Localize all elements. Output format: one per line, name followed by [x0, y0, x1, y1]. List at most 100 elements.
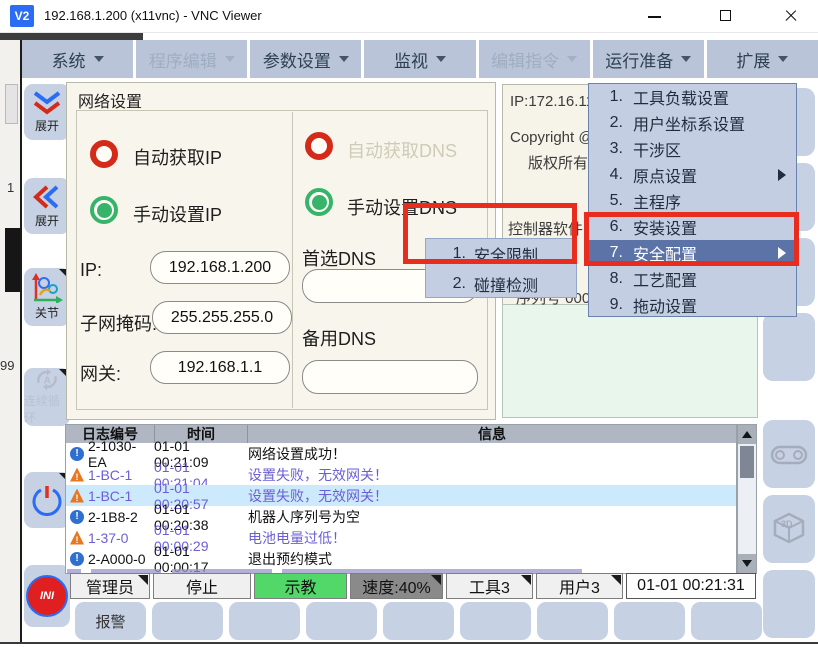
desktop-fragment-window [5, 228, 20, 292]
bottom-button-2[interactable] [152, 602, 223, 640]
status-stop[interactable]: 停止 [153, 573, 251, 599]
chevron-down-icon [681, 56, 691, 62]
radio-manual-ip[interactable] [90, 196, 118, 224]
chevron-down-icon [94, 56, 104, 62]
joint-mode-button[interactable]: 关节 [24, 268, 70, 326]
menu-system[interactable]: 系统 [22, 40, 133, 78]
expand-left-button[interactable]: 展开 [24, 178, 70, 234]
ini-button[interactable]: INI [24, 565, 70, 627]
annotation-box-safety-limit [403, 203, 577, 264]
radio-auto-dns[interactable] [305, 132, 333, 160]
info-icon: ! [70, 447, 84, 461]
corner-mark-icon [138, 575, 148, 585]
double-chevron-left-icon [33, 183, 61, 211]
submenu-item-collision-detect[interactable]: 2.碰撞检测 [426, 269, 576, 299]
corner-mark-icon [521, 575, 531, 585]
scroll-down-button[interactable] [738, 554, 756, 573]
log-scrollbar[interactable] [737, 424, 757, 574]
menu-item-drag-settings[interactable]: 9.拖动设置 [589, 292, 796, 318]
info-icon: ! [70, 510, 84, 524]
svg-text:3D: 3D [781, 519, 793, 529]
joint-label: 关节 [35, 304, 59, 321]
panel-title: 网络设置 [78, 88, 142, 112]
backup-dns-input[interactable] [302, 360, 478, 394]
primary-dns-label: 首选DNS [302, 245, 376, 271]
menu-item-main-program[interactable]: 5.主程序 [589, 188, 796, 214]
vnc-logo-icon: V2 [10, 5, 34, 27]
menu-extension[interactable]: 扩展 [707, 40, 818, 78]
background-scrollbar [5, 84, 18, 124]
minimize-button[interactable] [632, 0, 678, 32]
menu-item-user-coords[interactable]: 2.用户坐标系设置 [589, 110, 796, 136]
menu-item-process-config[interactable]: 8.工艺配置 [589, 266, 796, 292]
menu-item-interference-zone[interactable]: 3.干涉区 [589, 136, 796, 162]
status-tool[interactable]: 工具3 [446, 573, 533, 599]
controller-ip-text: IP:172.16.11 [510, 93, 594, 110]
radio-manual-dns[interactable] [305, 188, 333, 216]
ini-icon: INI [26, 575, 68, 617]
scrollbar-thumb[interactable] [740, 446, 754, 478]
status-teach-mode[interactable]: 示教 [254, 573, 347, 599]
alarm-button[interactable]: 报警 [75, 602, 146, 640]
game-controller-icon [768, 439, 810, 469]
bottom-button-7[interactable] [537, 602, 608, 640]
triangle-down-icon [742, 560, 752, 567]
menu-item-origin-settings[interactable]: 4.原点设置 [589, 162, 796, 188]
controller-info-panel-lower [502, 304, 758, 418]
ip-input[interactable] [150, 251, 290, 284]
view-3d-button[interactable]: 3D [763, 495, 815, 563]
continuous-cycle-label: 连续循环 [24, 392, 70, 426]
backup-dns-label: 备用DNS [302, 325, 376, 351]
power-button[interactable] [24, 472, 70, 528]
bottom-button-5[interactable] [383, 602, 454, 640]
bottom-button-4[interactable] [306, 602, 377, 640]
scroll-up-button[interactable] [738, 425, 756, 444]
menu-monitor[interactable]: 监视 [364, 40, 475, 78]
run-preparation-dropdown: 1.工具负载设置 2.用户坐标系设置 3.干涉区 4.原点设置 5.主程序 6.… [588, 83, 797, 317]
log-row[interactable]: ! 2-A000-001-01 00:00:17退出预约模式 [66, 548, 736, 569]
radio-auto-ip[interactable] [90, 140, 118, 168]
controller-panel-button[interactable] [763, 420, 815, 488]
bottom-button-8[interactable] [614, 602, 685, 640]
menu-edit-command: 编辑指令 [479, 40, 590, 78]
annotation-box-safety-config [584, 212, 799, 266]
chevron-down-icon [436, 56, 446, 62]
right-sidebar-button-7[interactable] [763, 570, 815, 638]
close-button[interactable] [768, 0, 814, 32]
continuous-cycle-button: A 连续循环 [24, 368, 70, 426]
gateway-label: 网关: [80, 360, 121, 386]
status-user-frame[interactable]: 用户3 [536, 573, 623, 599]
gateway-input[interactable] [150, 351, 290, 384]
bottom-button-6[interactable] [460, 602, 531, 640]
minimize-icon [648, 16, 661, 18]
chevron-down-icon [778, 56, 788, 62]
maximize-button[interactable] [704, 0, 750, 32]
ip-label: IP: [80, 260, 102, 281]
bottom-button-3[interactable] [229, 602, 300, 640]
window-title: 192.168.1.200 (x11vnc) - VNC Viewer [44, 8, 262, 23]
desktop-left-strip: 1 99 [0, 40, 20, 642]
expand-down-button[interactable]: 展开 [24, 84, 70, 140]
bottom-button-9[interactable] [691, 602, 762, 640]
title-bar: V2 192.168.1.200 (x11vnc) - VNC Viewer [0, 0, 818, 33]
subnet-input[interactable] [152, 301, 292, 334]
log-table: 日志编号 时间 信息 ! 2-1030-EA01-01 00:21:09网络设置… [65, 424, 737, 574]
menu-item-tool-load[interactable]: 1.工具负载设置 [589, 84, 796, 110]
cycle-a-icon: A [32, 368, 62, 391]
menu-run-preparation[interactable]: 运行准备 [593, 40, 704, 78]
status-user-role[interactable]: 管理员 [70, 573, 150, 599]
right-sidebar-button-4[interactable] [763, 313, 815, 381]
warning-icon: ! [70, 468, 84, 482]
radio-manual-ip-label: 手动设置IP [133, 201, 222, 227]
panel-divider [292, 112, 293, 408]
vnc-viewer-window: V2 192.168.1.200 (x11vnc) - VNC Viewer 1… [0, 0, 818, 647]
radio-auto-dns-label: 自动获取DNS [347, 137, 457, 163]
desktop-strip [0, 33, 143, 40]
status-speed[interactable]: 速度:40% [350, 573, 443, 599]
desktop-fragment-text: 99 [0, 358, 14, 373]
expand-down-label: 展开 [35, 117, 59, 134]
warning-icon: ! [70, 489, 84, 503]
copyright-text: Copyright @ [510, 129, 594, 146]
menu-parameter-settings[interactable]: 参数设置 [250, 40, 361, 78]
remote-screen-border [20, 40, 22, 644]
